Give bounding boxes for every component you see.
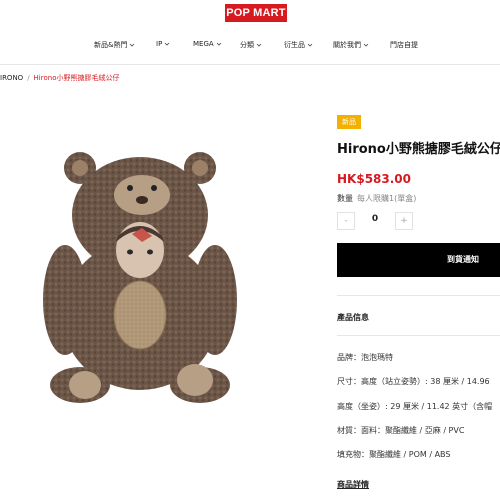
quantity-label: 數量 xyxy=(337,194,353,203)
nav-item-mega[interactable]: MEGA xyxy=(193,40,222,48)
nav-item-new-hot[interactable]: 新品&熱門 xyxy=(94,40,135,50)
chevron-down-icon xyxy=(307,43,313,47)
info-size-standing: 尺寸：高度（站立姿勢）: 38 厘米 / 14.96 xyxy=(337,377,490,386)
chevron-down-icon xyxy=(256,43,262,47)
info-size-sitting: 高度（坐姿）: 29 厘米 / 11.42 英寸（含帽 xyxy=(337,402,493,411)
breadcrumb: IRONO / Hirono小野熊搪膠毛絨公仔 xyxy=(0,73,119,83)
breadcrumb-separator: / xyxy=(27,74,30,82)
nav-label: 分類 xyxy=(240,41,254,49)
product-info-heading: 產品信息 xyxy=(337,313,369,322)
nav-label: 關於我們 xyxy=(333,41,361,49)
info-filling: 填充物：聚酯纖維 / POM / ABS xyxy=(337,450,451,459)
info-brand: 品牌：泡泡瑪特 xyxy=(337,353,393,362)
site-header: POP MART 新品&熱門 IP MEGA 分類 衍生品 關於我們 門店自提 xyxy=(0,0,500,65)
chevron-down-icon xyxy=(130,43,135,47)
main-nav: 新品&熱門 IP MEGA 分類 衍生品 關於我們 門店自提 xyxy=(0,40,500,54)
product-title: Hirono小野熊搪膠毛絨公仔 xyxy=(337,142,500,157)
divider xyxy=(337,335,500,336)
new-badge: 新品 xyxy=(337,115,361,129)
divider xyxy=(337,295,500,296)
nav-item-store-pickup[interactable]: 門店自提 xyxy=(390,40,418,50)
breadcrumb-parent[interactable]: IRONO xyxy=(0,74,23,82)
nav-label: IP xyxy=(156,40,163,48)
product-image[interactable] xyxy=(30,150,250,410)
nav-item-ip[interactable]: IP xyxy=(156,40,170,48)
quantity-row: 數量 每人限購1(單盒) xyxy=(337,193,416,204)
chevron-down-icon xyxy=(165,42,170,46)
breadcrumb-current: Hirono小野熊搪膠毛絨公仔 xyxy=(33,74,120,82)
info-material: 材質：面料：聚酯纖維 / 亞麻 / PVC xyxy=(337,426,465,435)
product-details-link[interactable]: 商品詳情 xyxy=(337,479,369,490)
chevron-down-icon xyxy=(216,42,221,46)
notify-when-available-button[interactable]: 到貨通知 xyxy=(337,243,500,277)
quantity-decrease-button[interactable]: - xyxy=(337,212,355,230)
nav-label: MEGA xyxy=(193,40,214,48)
nav-item-about[interactable]: 關於我們 xyxy=(333,40,369,50)
nav-item-category[interactable]: 分類 xyxy=(240,40,262,50)
quantity-value[interactable]: 0 xyxy=(365,214,385,224)
product-price: HK$583.00 xyxy=(337,172,411,186)
nav-label: 門店自提 xyxy=(390,41,418,49)
pop-mart-logo[interactable]: POP MART xyxy=(225,4,287,22)
chevron-down-icon xyxy=(363,43,369,47)
quantity-limit: 每人限購1(單盒) xyxy=(357,194,417,203)
quantity-increase-button[interactable]: + xyxy=(395,212,413,230)
nav-item-merch[interactable]: 衍生品 xyxy=(284,40,313,50)
nav-label: 衍生品 xyxy=(284,41,305,49)
nav-label: 新品&熱門 xyxy=(94,41,128,49)
